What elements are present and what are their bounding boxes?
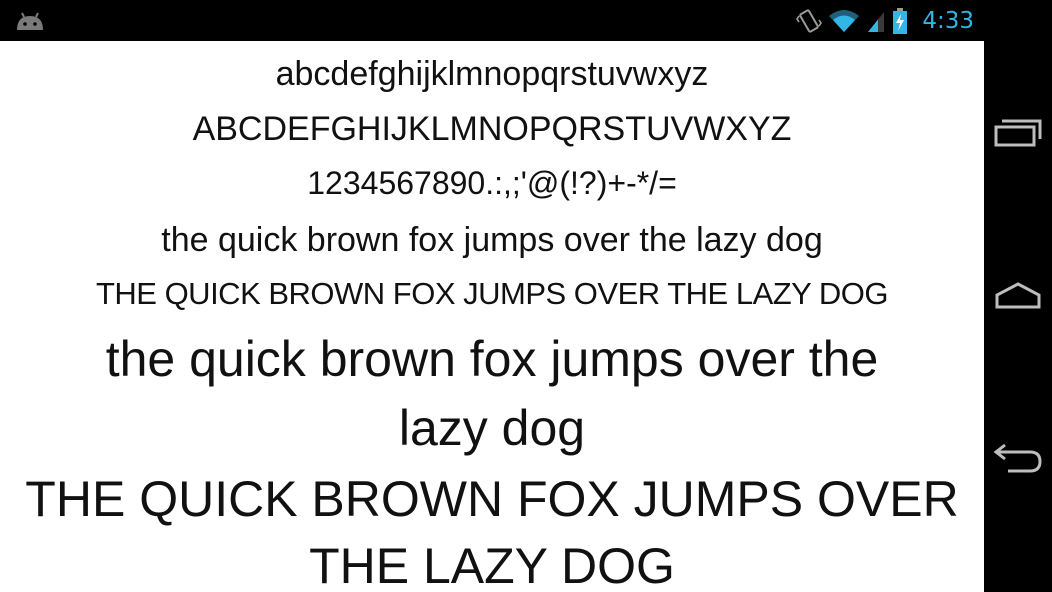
home-icon (995, 282, 1041, 309)
android-icon (17, 12, 43, 30)
battery-charging-icon (893, 8, 908, 34)
preview-numbers-symbols: 1234567890.:,;'@(!?)+-*/= (307, 165, 677, 201)
navigation-bar (984, 0, 1052, 592)
home-button[interactable] (984, 266, 1052, 326)
preview-sentence-small-lower: the quick brown fox jumps over the lazy … (161, 221, 823, 259)
preview-sentence-large-lower-line2: lazy dog (398, 400, 586, 456)
clock-time: 4:33 (922, 8, 974, 34)
preview-sentence-small-upper: THE QUICK BROWN FOX JUMPS OVER THE LAZY … (95, 276, 889, 311)
back-icon (993, 443, 1042, 473)
vibrate-icon (796, 9, 823, 33)
status-bar: 4:33 (0, 0, 1052, 41)
preview-sentence-large-lower-line1: the quick brown fox jumps over the (105, 331, 879, 387)
signal-icon (868, 12, 885, 32)
recent-apps-icon (994, 119, 1042, 147)
preview-sentence-large-upper-line1: THE QUICK BROWN FOX JUMPS OVER (25, 471, 959, 527)
back-button[interactable] (984, 430, 1052, 490)
wifi-icon (829, 10, 860, 32)
font-preview-area: abcdefghijklmnopqrstuvwxyz ABCDEFGHIJKLM… (0, 41, 984, 592)
recent-apps-button[interactable] (984, 102, 1052, 162)
status-icons: 4:33 (796, 6, 974, 36)
android-screen: 4:33 abcdefghijklmnopqrstuvwxyz ABCDEFGH… (0, 0, 1052, 592)
preview-sentence-large-upper-line2: THE LAZY DOG (309, 538, 675, 592)
preview-uppercase: ABCDEFGHIJKLMNOPQRSTUVWXYZ (192, 110, 792, 148)
preview-lowercase: abcdefghijklmnopqrstuvwxyz (275, 55, 709, 93)
